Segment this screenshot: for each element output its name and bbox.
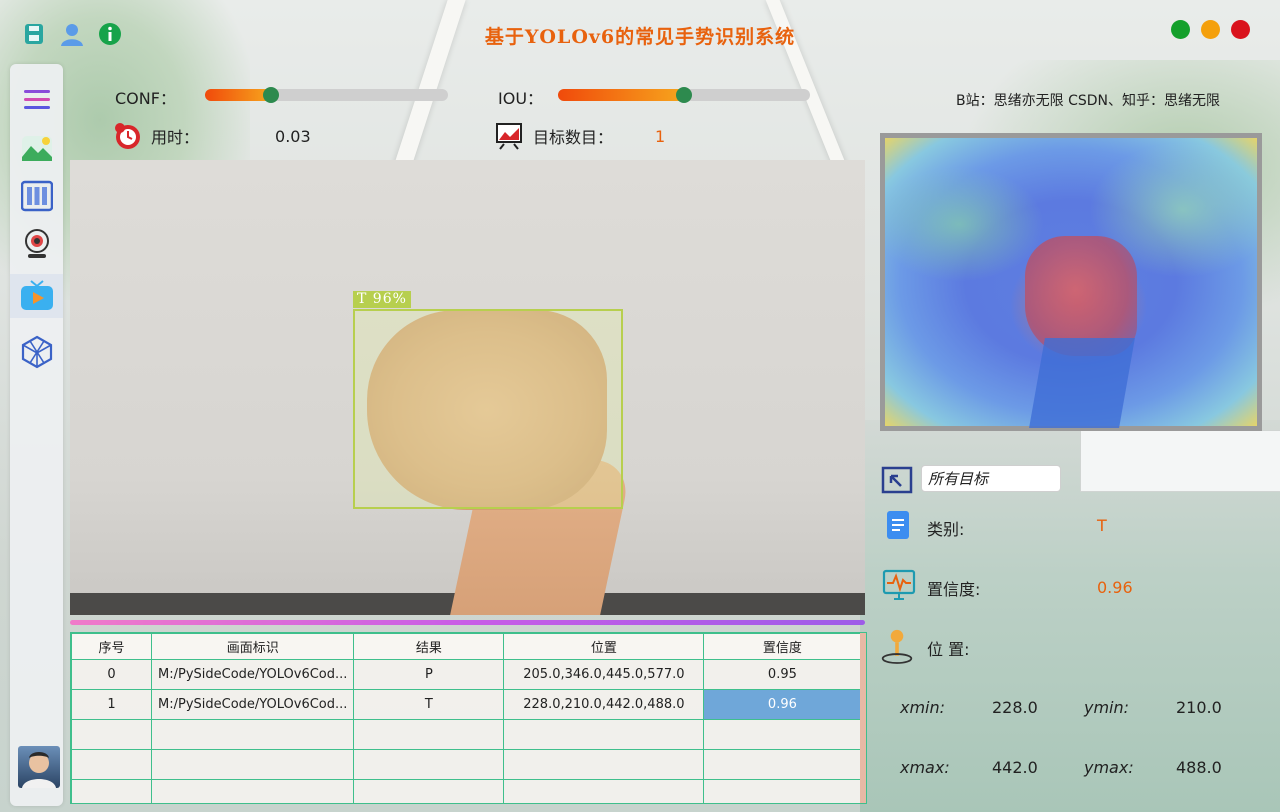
close-button[interactable] xyxy=(1231,20,1250,39)
count-value: 1 xyxy=(655,126,666,146)
minimize-button[interactable] xyxy=(1201,20,1220,39)
xmax-value: 442.0 xyxy=(992,758,1038,777)
class-label: 类别: xyxy=(927,520,965,539)
xmin-value: 228.0 xyxy=(992,698,1038,717)
confidence-value: 0.96 xyxy=(1097,578,1133,597)
maximize-button[interactable] xyxy=(1171,20,1190,39)
cursor-select-icon xyxy=(880,463,914,497)
table-cell[interactable] xyxy=(503,779,705,803)
table-cell[interactable]: M:/PySideCode/YOLOv6Cod... xyxy=(150,659,355,690)
detection-view[interactable]: T 96% xyxy=(70,160,865,615)
table-row[interactable] xyxy=(71,749,862,780)
table-header-cell[interactable]: 置信度 xyxy=(703,633,862,660)
iou-slider[interactable] xyxy=(558,87,810,103)
table-cell[interactable] xyxy=(503,719,705,750)
detection-label: T 96% xyxy=(353,291,411,308)
table-scrollbar[interactable] xyxy=(860,633,866,803)
conf-slider-fill xyxy=(205,89,271,101)
table-cell[interactable] xyxy=(150,749,355,780)
window-controls xyxy=(1171,20,1250,39)
camera-icon[interactable] xyxy=(10,222,63,266)
time-label: 用时： xyxy=(151,128,200,147)
table-cell[interactable]: 205.0,346.0,445.0,577.0 xyxy=(503,659,705,690)
count-label: 目标数目： xyxy=(533,128,614,147)
table-cell[interactable]: 0.96 xyxy=(703,689,862,720)
table-row[interactable]: 1 M:/PySideCode/YOLOv6Cod... T 228.0,210.0,… xyxy=(71,689,862,720)
table-cell[interactable] xyxy=(150,719,355,750)
sidebar xyxy=(10,64,63,806)
table-cell[interactable]: T xyxy=(353,689,505,720)
table-cell[interactable] xyxy=(353,749,505,780)
table-cell[interactable]: 0.95 xyxy=(703,659,862,690)
document-icon xyxy=(882,508,916,542)
iou-slider-handle[interactable] xyxy=(676,87,692,103)
table-cell[interactable] xyxy=(703,719,862,750)
table-cell[interactable]: P xyxy=(353,659,505,690)
table-cell[interactable] xyxy=(353,719,505,750)
app-title: 基于YOLOv6的常见手势识别系统 xyxy=(484,26,796,48)
image-icon[interactable] xyxy=(10,126,63,170)
table-row[interactable] xyxy=(71,779,862,803)
video-icon[interactable] xyxy=(10,274,63,318)
table-header-cell[interactable]: 结果 xyxy=(353,633,505,660)
folder-batch-icon[interactable] xyxy=(10,174,63,218)
target-select[interactable]: 所有目标 xyxy=(921,465,1061,492)
table-row[interactable]: 0 M:/PySideCode/YOLOv6Cod... P 205.0,346.0,… xyxy=(71,659,862,690)
table-cell[interactable] xyxy=(150,779,355,803)
ymin-label: ymin: xyxy=(1084,698,1130,717)
location-pin-icon xyxy=(880,625,914,667)
class-value: T xyxy=(1097,516,1107,535)
xmin-label: xmin: xyxy=(900,698,946,717)
heatmap-view xyxy=(880,133,1262,431)
conf-slider-handle[interactable] xyxy=(262,87,279,103)
ymax-label: ymax: xyxy=(1084,758,1134,777)
table-row[interactable] xyxy=(71,719,862,750)
timer-icon xyxy=(113,122,141,150)
time-row: 用时： 0.03 xyxy=(113,122,311,150)
table-cell[interactable] xyxy=(703,779,862,803)
target-count-icon xyxy=(495,122,523,150)
table-cell[interactable] xyxy=(71,779,152,803)
credits-text: B站：思绪亦无限 CSDN、知乎：思绪无限 xyxy=(956,93,1220,109)
table-cell[interactable]: 1 xyxy=(71,689,152,720)
table-cell[interactable]: M:/PySideCode/YOLOv6Cod... xyxy=(150,689,355,720)
conf-label: CONF： xyxy=(115,89,176,108)
table-header: 序号 画面标识 结果 位置 置信度 xyxy=(71,633,862,660)
table-cell[interactable] xyxy=(71,719,152,750)
video-progress-bar[interactable] xyxy=(70,620,865,625)
iou-label: IOU： xyxy=(498,89,544,108)
detection-box xyxy=(353,309,623,509)
position-label: 位 置: xyxy=(927,640,970,659)
table-cell[interactable] xyxy=(353,779,505,803)
ymin-value: 210.0 xyxy=(1176,698,1222,717)
table-cell[interactable]: 228.0,210.0,442.0,488.0 xyxy=(503,689,705,720)
ymax-value: 488.0 xyxy=(1176,758,1222,777)
pulse-monitor-icon xyxy=(882,568,916,602)
table-header-cell[interactable]: 序号 xyxy=(71,633,152,660)
table-cell[interactable] xyxy=(71,749,152,780)
count-row: 目标数目： 1 xyxy=(495,122,665,150)
avatar[interactable] xyxy=(18,746,60,788)
menu-icon[interactable] xyxy=(10,78,63,122)
confidence-label: 置信度: xyxy=(927,580,981,599)
table-header-cell[interactable]: 位置 xyxy=(503,633,705,660)
time-value: 0.03 xyxy=(275,126,311,146)
table-cell[interactable] xyxy=(503,749,705,780)
table-cell[interactable]: 0 xyxy=(71,659,152,690)
iou-slider-fill xyxy=(558,89,684,101)
table-cell[interactable] xyxy=(703,749,862,780)
conf-slider[interactable] xyxy=(205,87,448,103)
table-header-cell[interactable]: 画面标识 xyxy=(150,633,355,660)
heatmap-image xyxy=(885,138,1257,428)
xmax-label: xmax: xyxy=(900,758,950,777)
model-icon[interactable] xyxy=(10,330,63,374)
results-table: 序号 画面标识 结果 位置 置信度 0 M:/PySideCode/YOLOv6Cod..… xyxy=(70,632,867,804)
